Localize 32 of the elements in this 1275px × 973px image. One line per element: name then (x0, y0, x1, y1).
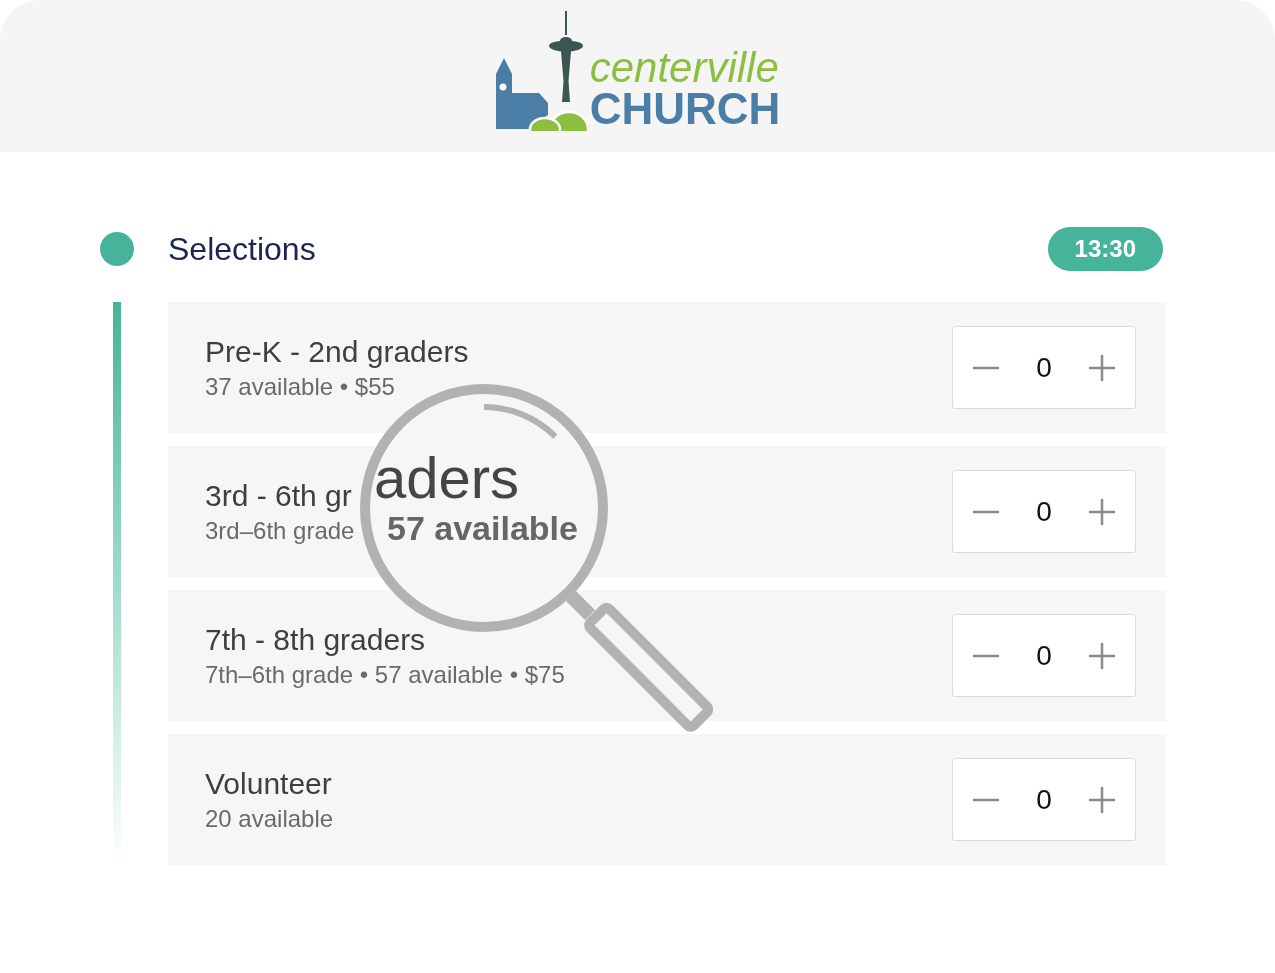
minus-icon (973, 509, 999, 514)
church-logo-icon (494, 11, 588, 131)
timer-badge: 13:30 (1047, 227, 1163, 271)
quantity-value: 0 (1035, 351, 1053, 384)
plus-icon (1089, 786, 1115, 813)
option-title: 3rd - 6th gr (205, 478, 353, 512)
option-details: 37 available • $55 (205, 372, 396, 401)
option-details: 7th–6th grade • 57 available • $75 (205, 660, 565, 689)
minus-icon (973, 797, 999, 802)
quantity-stepper[interactable]: 0 (952, 614, 1136, 697)
quantity-stepper[interactable]: 0 (952, 470, 1136, 553)
magnified-text: 57 available (387, 511, 578, 545)
logo-wordmark-top: centerville (589, 47, 779, 89)
quantity-value: 0 (1035, 639, 1053, 672)
option-title: 7th - 8th graders (205, 622, 427, 656)
section-title: Selections (168, 229, 316, 269)
logo-wordmark-bottom: CHURCH (589, 87, 781, 131)
minus-icon (973, 653, 999, 658)
plus-icon (1089, 642, 1115, 669)
magnified-text: aders (374, 449, 520, 507)
quantity-value: 0 (1035, 495, 1053, 528)
step-dot-icon (100, 232, 134, 266)
option-title: Pre-K - 2nd graders (205, 334, 469, 368)
option-details: 3rd–6th grade (205, 516, 355, 545)
plus-icon (1089, 498, 1115, 525)
option-title: Volunteer (205, 766, 333, 800)
option-details: 20 available (205, 804, 334, 833)
quantity-stepper[interactable]: 0 (952, 326, 1136, 409)
plus-icon (1089, 354, 1115, 381)
quantity-stepper[interactable]: 0 (952, 758, 1136, 841)
minus-icon (973, 365, 999, 370)
quantity-value: 0 (1035, 783, 1053, 816)
